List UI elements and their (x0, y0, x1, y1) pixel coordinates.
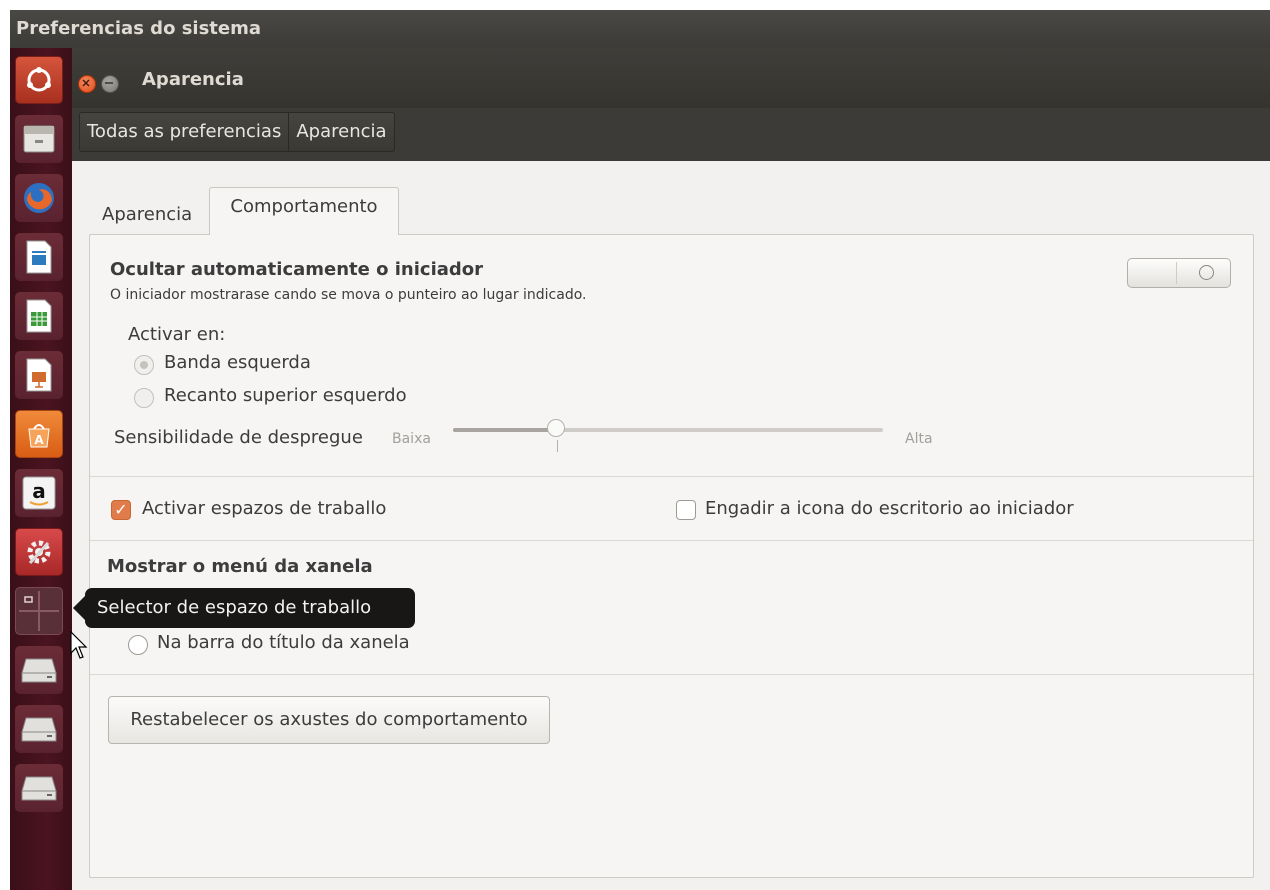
workspace-switcher-tooltip: Selector de espazo de traballo (73, 588, 415, 628)
tab-behaviour[interactable]: Comportamento (209, 187, 399, 235)
sensitivity-label: Sensibilidade de despregue (114, 427, 363, 448)
divider (90, 674, 1253, 675)
launcher: A a (10, 48, 73, 890)
radio-title-bar-label: Na barra do título da xanela (157, 632, 410, 653)
slider-min-label: Baixa (392, 431, 431, 447)
slider-fill (453, 428, 557, 432)
libreoffice-writer-icon[interactable] (15, 233, 63, 281)
top-panel: Preferencias do sistema (10, 10, 1270, 48)
libreoffice-calc-icon[interactable] (15, 292, 63, 340)
divider (90, 476, 1253, 477)
radio-left-side-label: Banda esquerda (164, 352, 311, 373)
drive-icon[interactable] (15, 705, 63, 753)
slider-tick (557, 440, 558, 452)
radio-left-side[interactable] (134, 355, 154, 375)
close-icon[interactable] (78, 75, 96, 93)
toggle-off-icon (1199, 265, 1214, 280)
window-titlebar: Aparencia (72, 48, 1270, 108)
software-center-icon[interactable]: A (15, 410, 63, 458)
radio-top-left-corner[interactable] (134, 388, 154, 408)
minimize-icon[interactable] (101, 75, 119, 93)
libreoffice-impress-icon[interactable] (15, 351, 63, 399)
top-panel-title: Preferencias do sistema (16, 18, 262, 39)
activate-label: Activar en: (128, 324, 226, 345)
desktop-icon-label: Engadir a icona do escritorio ao iniciad… (705, 498, 1074, 519)
settings-content: Aparencia Comportamento Ocultar automati… (72, 161, 1270, 890)
ubuntu-dash-icon[interactable] (15, 56, 63, 104)
workspace-switcher-icon[interactable] (15, 587, 63, 635)
amazon-icon[interactable]: a (15, 469, 63, 517)
toggle-divider (1176, 262, 1177, 284)
drive-icon[interactable] (15, 646, 63, 694)
crumb-all-settings[interactable]: Todas as preferencias (80, 113, 288, 151)
workspaces-label: Activar espazos de traballo (142, 498, 387, 519)
tab-appearance[interactable]: Aparencia (98, 195, 196, 235)
radio-title-bar[interactable] (128, 635, 148, 655)
behaviour-panel: Ocultar automaticamente o iniciador O in… (89, 234, 1254, 878)
sensitivity-slider[interactable] (453, 428, 883, 432)
drive-icon[interactable] (15, 764, 63, 812)
radio-top-left-corner-label: Recanto superior esquerdo (164, 385, 407, 406)
workspaces-checkbox[interactable]: ✓ (111, 500, 131, 520)
breadcrumb: Todas as preferencias Aparencia (79, 112, 395, 152)
reset-behaviour-button[interactable]: Restabelecer os axustes do comportamento (108, 696, 550, 744)
window-menu-title: Mostrar o menú da xanela (107, 556, 373, 577)
svg-text:a: a (32, 479, 46, 503)
autohide-description: O iniciador mostrarase cando se mova o p… (110, 287, 587, 303)
slider-handle[interactable] (547, 419, 566, 437)
files-cabinet-icon[interactable] (15, 115, 63, 163)
divider (90, 540, 1253, 541)
autohide-toggle[interactable] (1127, 258, 1231, 288)
toolbar: Todas as preferencias Aparencia (72, 108, 1270, 162)
autohide-title: Ocultar automaticamente o iniciador (110, 259, 484, 280)
slider-max-label: Alta (905, 431, 933, 447)
desktop: Preferencias do sistema A a Aparencia To… (10, 10, 1270, 890)
svg-text:A: A (34, 433, 44, 447)
mouse-pointer-icon (70, 631, 88, 659)
crumb-appearance[interactable]: Aparencia (288, 113, 393, 151)
firefox-icon[interactable] (15, 174, 63, 222)
system-settings-icon[interactable] (15, 528, 63, 576)
window-title: Aparencia (142, 69, 244, 90)
desktop-icon-checkbox[interactable] (676, 500, 696, 520)
